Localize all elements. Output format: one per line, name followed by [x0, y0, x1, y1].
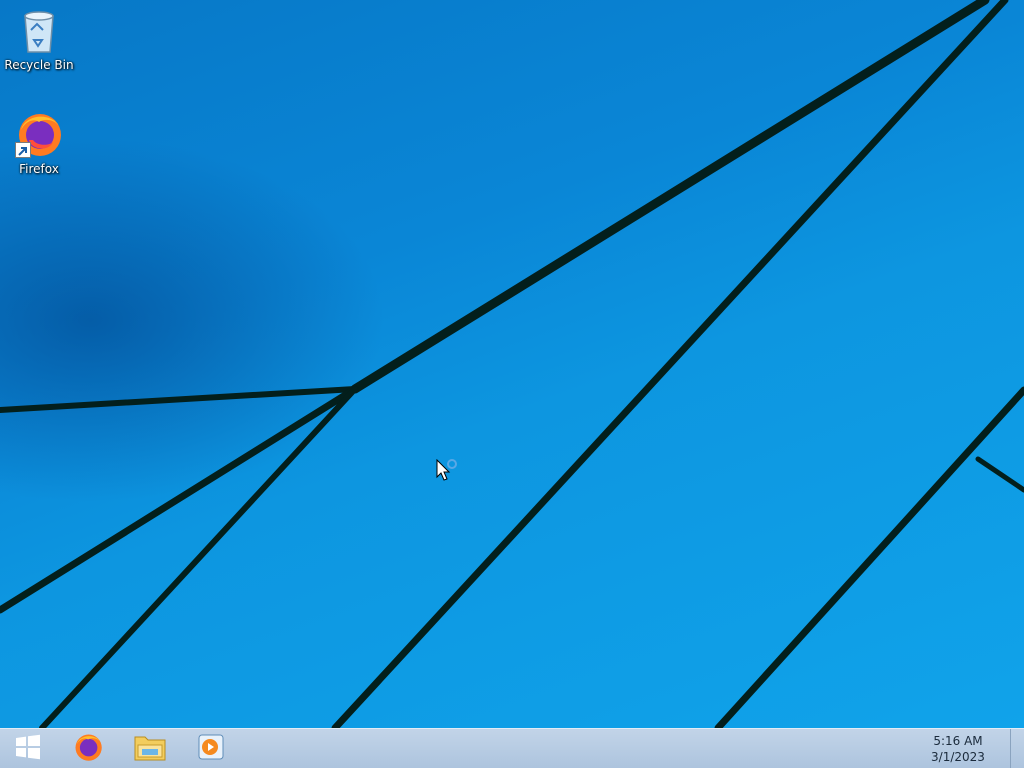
show-desktop-button[interactable] [1010, 729, 1024, 768]
taskbar: 5:16 AM 3/1/2023 [0, 728, 1024, 768]
firefox-shortcut[interactable]: Firefox [1, 110, 77, 176]
recycle-bin-icon [15, 6, 63, 54]
windows-logo-icon [15, 734, 41, 764]
busy-cursor-icon [436, 458, 462, 483]
taskbar-firefox-button[interactable] [58, 729, 118, 768]
taskbar-media-player-button[interactable] [181, 729, 241, 768]
firefox-label: Firefox [19, 162, 59, 176]
recycle-bin-shortcut[interactable]: Recycle Bin [1, 6, 77, 72]
recycle-bin-label: Recycle Bin [4, 58, 74, 72]
desktop[interactable]: Recycle Bin Firefox [0, 0, 1024, 728]
clock-date: 3/1/2023 [931, 750, 985, 764]
folder-icon [134, 732, 166, 766]
system-clock[interactable]: 5:16 AM 3/1/2023 [908, 729, 1008, 768]
shortcut-arrow-icon [15, 142, 31, 158]
wallpaper-lines [0, 0, 1024, 728]
clock-time: 5:16 AM [933, 734, 983, 748]
start-button[interactable] [0, 729, 56, 768]
media-player-icon [197, 733, 225, 765]
taskbar-file-explorer-button[interactable] [120, 729, 180, 768]
firefox-icon [15, 110, 63, 158]
firefox-icon [73, 732, 103, 766]
